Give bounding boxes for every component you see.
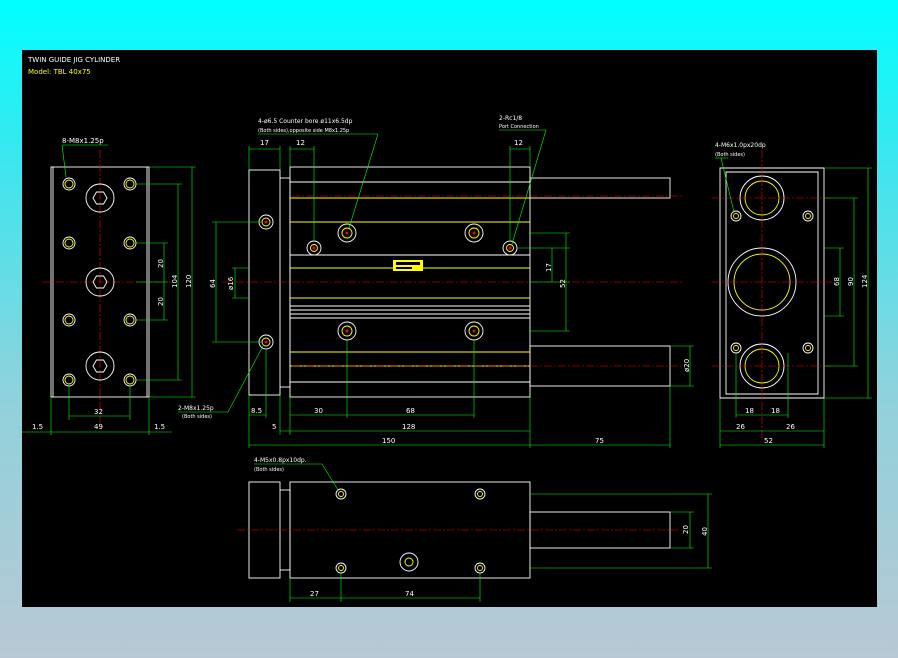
counterbore-callout: 4-ø6.5 Counter bore ø11x6.5dp: [258, 118, 353, 125]
bottom-dim-40: 40: [701, 527, 709, 536]
bottom-dim-27: 27: [310, 590, 319, 598]
left-dim-104: 104: [171, 274, 179, 288]
left-dim-1-5b: 1.5: [154, 423, 165, 431]
front-dim-150: 150: [382, 437, 395, 445]
bottom-callout: 4-M5x0.8px10dp.: [254, 457, 307, 464]
front-dim-30: 30: [314, 407, 323, 415]
front-dimensions: 17 12 12 64 ø16 17 52 ø20 8.5 30 68 5 12…: [209, 139, 694, 448]
drawing-title: TWIN GUIDE JIG CYLINDER: [27, 56, 120, 64]
front-dim-64: 64: [209, 279, 217, 288]
cad-drawing: TWIN GUIDE JIG CYLINDER Model: TBL 40x75: [22, 56, 872, 602]
left-end-view: 8-M8x1.25p 20 20 104 120 32 49 1.5 1.5: [22, 137, 196, 435]
front-callouts: 4-ø6.5 Counter bore ø11x6.5dp (Both side…: [178, 115, 547, 420]
bottom-tap-callout-2: (Both sides): [182, 414, 212, 420]
front-dim-75: 75: [595, 437, 604, 445]
front-view: 4-ø6.5 Counter bore ø11x6.5dp (Both side…: [178, 115, 694, 448]
front-dim-12a: 12: [296, 139, 305, 147]
front-dim-128: 128: [402, 423, 415, 431]
model-label: Model: TBL 40x75: [28, 68, 91, 76]
front-dim-8-5: 8.5: [251, 407, 262, 415]
left-dimensions: 8-M8x1.25p 20 20 104 120 32 49 1.5 1.5: [22, 137, 196, 435]
left-dim-1-5a: 1.5: [32, 423, 43, 431]
front-dim-5: 5: [272, 423, 276, 431]
left-dim-32: 32: [94, 408, 103, 416]
right-dim-124: 124: [861, 274, 869, 288]
right-dim-52: 52: [764, 437, 773, 445]
front-dim-17v: 17: [545, 263, 553, 272]
counterbore-callout-2: (Both sides),opposite side M8x1.25p: [258, 128, 349, 134]
front-dim-68: 68: [406, 407, 415, 415]
front-dim-20: ø20: [683, 359, 691, 372]
left-dim-20b: 20: [157, 297, 165, 306]
port-callout-2: Port Connection: [499, 124, 539, 130]
right-dim-18b: 18: [771, 407, 780, 415]
front-dim-12b: 12: [514, 139, 523, 147]
left-callout: 8-M8x1.25p: [62, 137, 104, 145]
right-dimensions: 68 90 124 18 18 26 26 52: [719, 167, 872, 448]
bottom-tap-callout: 2-M8x1.25p: [178, 405, 214, 412]
bottom-holes: [335, 488, 486, 574]
right-end-view: 4-M6x1.0px20dp (Both sides) 68 90 124 18…: [712, 142, 872, 448]
bottom-dim-20: 20: [682, 525, 690, 534]
bottom-view: 4-M5x0.8px10dp. (Both sides) 20 40 27 74: [237, 457, 712, 602]
right-callout-2: (Both sides): [715, 152, 745, 158]
right-dim-18a: 18: [745, 407, 754, 415]
left-dim-20a: 20: [157, 259, 165, 268]
front-dim-17: 17: [260, 139, 269, 147]
drawing-canvas: TWIN GUIDE JIG CYLINDER Model: TBL 40x75: [22, 50, 877, 607]
left-dim-120: 120: [185, 275, 193, 288]
right-dim-26a: 26: [736, 423, 745, 431]
bottom-dim-74: 74: [405, 590, 414, 598]
port-callout: 2-Rc1/8: [499, 115, 522, 122]
right-dim-26b: 26: [786, 423, 795, 431]
front-dim-16: ø16: [227, 276, 235, 290]
right-dim-68: 68: [833, 277, 841, 286]
left-dim-49: 49: [94, 423, 103, 431]
front-dim-52: 52: [559, 279, 567, 288]
right-callout: 4-M6x1.0px20dp: [715, 142, 766, 149]
right-dim-90: 90: [847, 277, 855, 286]
bottom-callout-2: (Both sides): [254, 467, 284, 473]
nameplate: [393, 260, 423, 271]
